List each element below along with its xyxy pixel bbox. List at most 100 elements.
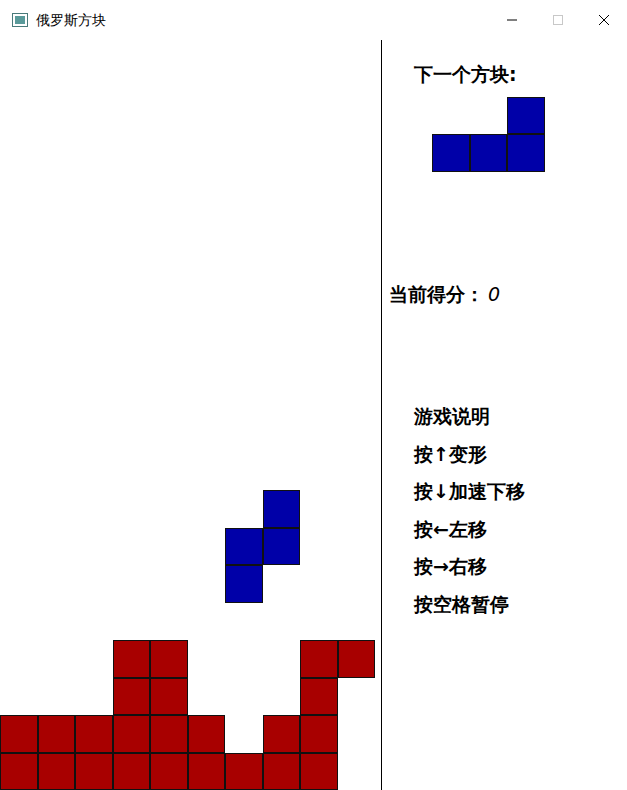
cell [300, 490, 338, 528]
cell [300, 265, 338, 303]
cell [263, 715, 301, 753]
cell [338, 190, 376, 228]
cell [150, 340, 188, 378]
cell [75, 453, 113, 491]
cell [38, 490, 76, 528]
cell [0, 153, 38, 191]
cell [263, 565, 301, 603]
cell [0, 490, 38, 528]
cell [38, 340, 76, 378]
cell [225, 340, 263, 378]
cell [225, 265, 263, 303]
cell [0, 753, 38, 790]
cell [75, 715, 113, 753]
cell [300, 753, 338, 790]
cell [38, 153, 76, 191]
cell [113, 153, 151, 191]
cell [225, 40, 263, 78]
cell [113, 603, 151, 641]
cell [338, 715, 376, 753]
board-grid [0, 40, 375, 790]
help-line: 按↓加速下移 [414, 473, 627, 511]
cell [188, 715, 226, 753]
cell [470, 134, 508, 172]
cell [113, 378, 151, 416]
cell [75, 190, 113, 228]
cell [263, 40, 301, 78]
cell [0, 565, 38, 603]
minimize-icon [506, 14, 518, 26]
app-icon [12, 13, 28, 27]
cell [263, 190, 301, 228]
cell [263, 303, 301, 341]
cell [0, 378, 38, 416]
cell [225, 678, 263, 716]
cell [263, 603, 301, 641]
cell [188, 40, 226, 78]
cell [338, 340, 376, 378]
cell [338, 378, 376, 416]
cell [38, 678, 76, 716]
cell [150, 678, 188, 716]
cell [263, 340, 301, 378]
cell [188, 340, 226, 378]
cell [0, 228, 38, 266]
cell [38, 415, 76, 453]
cell [75, 40, 113, 78]
cell [0, 415, 38, 453]
help-line: 按空格暂停 [414, 586, 627, 624]
title-bar: 俄罗斯方块 [0, 0, 627, 40]
cell [300, 528, 338, 566]
cell [38, 303, 76, 341]
cell [338, 153, 376, 191]
cell [300, 115, 338, 153]
cell [0, 715, 38, 753]
cell [75, 603, 113, 641]
cell [188, 303, 226, 341]
cell [263, 415, 301, 453]
cell [338, 228, 376, 266]
cell [113, 40, 151, 78]
help-title: 游戏说明 [414, 398, 627, 436]
cell [150, 190, 188, 228]
cell [113, 640, 151, 678]
cell [38, 715, 76, 753]
cell [75, 228, 113, 266]
cell [432, 134, 470, 172]
cell [188, 378, 226, 416]
maximize-button [535, 4, 581, 36]
cell [113, 565, 151, 603]
cell [338, 453, 376, 491]
cell [188, 78, 226, 116]
cell [263, 78, 301, 116]
cell [338, 640, 376, 678]
cell [38, 115, 76, 153]
cell [225, 603, 263, 641]
cell [38, 603, 76, 641]
cell [338, 40, 376, 78]
score: 当前得分：0 [389, 282, 627, 307]
close-button[interactable] [581, 4, 627, 36]
cell [188, 565, 226, 603]
cell [38, 190, 76, 228]
cell [75, 753, 113, 790]
cell [263, 265, 301, 303]
cell [188, 490, 226, 528]
cell [113, 78, 151, 116]
cell [0, 265, 38, 303]
cell [0, 78, 38, 116]
close-icon [598, 14, 610, 26]
cell [338, 528, 376, 566]
cell [113, 303, 151, 341]
cell [300, 378, 338, 416]
next-label: 下一个方块: [414, 62, 627, 87]
cell [225, 640, 263, 678]
cell [188, 640, 226, 678]
cell [188, 228, 226, 266]
cell [263, 753, 301, 790]
minimize-button[interactable] [489, 4, 535, 36]
help-line: 按↑变形 [414, 436, 627, 474]
cell [225, 228, 263, 266]
cell [225, 153, 263, 191]
cell [0, 640, 38, 678]
